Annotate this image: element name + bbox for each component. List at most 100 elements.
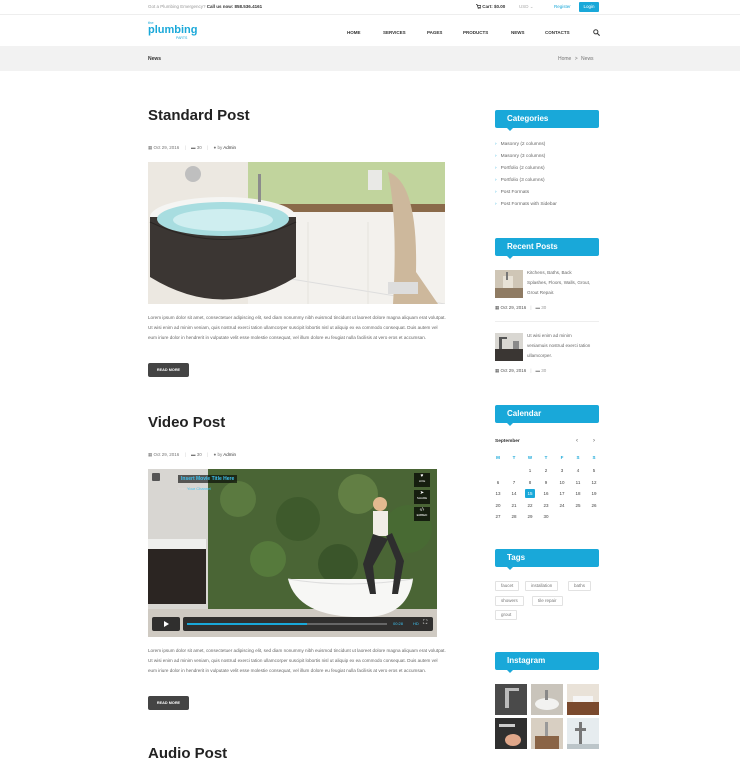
recent-post-comments[interactable]: 30 — [541, 368, 546, 373]
post-meta: ▦ Oct 29, 2016 | ▬ 30 | ● by Admin — [148, 145, 236, 151]
instagram-photo[interactable] — [495, 684, 527, 715]
share-button[interactable]: ➤ SHARE — [414, 490, 430, 504]
calendar-day[interactable]: 30 — [541, 512, 551, 521]
search-icon[interactable] — [593, 29, 600, 36]
calendar-day[interactable]: 7 — [509, 478, 519, 487]
meta-divider: | — [530, 368, 532, 373]
calendar-day[interactable]: 26 — [589, 501, 599, 510]
post-comments[interactable]: 30 — [197, 452, 202, 457]
tag-link[interactable]: installation — [525, 581, 559, 591]
calendar-day[interactable]: 18 — [573, 489, 583, 498]
play-button[interactable] — [152, 617, 180, 631]
breadcrumb-bar: News Home > News — [0, 46, 740, 71]
tag-link[interactable]: faucet — [495, 581, 520, 591]
instagram-photo[interactable] — [495, 718, 527, 749]
calendar-day[interactable]: 29 — [525, 512, 535, 521]
calendar-day[interactable]: 3 — [557, 466, 567, 475]
tag-link[interactable]: grout — [495, 610, 518, 620]
calendar-day[interactable]: 21 — [509, 501, 519, 510]
instagram-photo[interactable] — [567, 718, 599, 749]
calendar-next-button[interactable]: › — [593, 438, 595, 444]
bathroom-tub-image[interactable] — [148, 162, 445, 304]
breadcrumb-home[interactable]: Home — [558, 56, 571, 62]
share-label: SHARE — [416, 496, 428, 500]
site-logo[interactable]: the plumbing PARTS — [148, 21, 198, 41]
category-link[interactable]: › Masonry (3 columns) — [495, 154, 545, 159]
calendar-day[interactable]: 2 — [541, 466, 551, 475]
tag-link[interactable]: tile repair — [532, 596, 563, 606]
video-title[interactable]: Insert Movie Title Here — [178, 475, 238, 483]
read-more-button[interactable]: READ MORE — [148, 363, 189, 377]
calendar-day[interactable]: 25 — [573, 501, 583, 510]
calendar-day[interactable]: 6 — [493, 478, 503, 487]
category-link[interactable]: › Portfolio (3 columns) — [495, 178, 545, 183]
calendar-day[interactable]: 4 — [573, 466, 583, 475]
category-link[interactable]: › Portfolio (2 columns) — [495, 166, 545, 171]
calendar-day[interactable]: 13 — [493, 489, 503, 498]
calendar-day[interactable]: 8 — [525, 478, 535, 487]
calendar-day[interactable]: 27 — [493, 512, 503, 521]
cart-link[interactable]: Cart: $0.00 — [476, 4, 505, 10]
recent-post-title[interactable]: Kitchens, Baths, Back Splashes, Floors, … — [527, 268, 593, 298]
register-link[interactable]: Register — [554, 4, 571, 9]
calendar-weekday: S — [592, 455, 596, 460]
video-channel[interactable]: Your Channel — [187, 486, 211, 491]
tag-link[interactable]: showers — [495, 596, 524, 606]
calendar-day[interactable]: 16 — [541, 489, 551, 498]
nav-pages[interactable]: PAGES — [427, 30, 442, 35]
calendar-day[interactable]: 20 — [493, 501, 503, 510]
calendar-day[interactable]: 12 — [589, 478, 599, 487]
calendar-day[interactable]: 28 — [509, 512, 519, 521]
login-button[interactable]: Login — [579, 2, 599, 12]
recent-post-comments[interactable]: 30 — [541, 305, 546, 310]
calendar-day[interactable]: 10 — [557, 478, 567, 487]
instagram-photo[interactable] — [567, 684, 599, 715]
calendar-day[interactable]: 1 — [525, 466, 535, 475]
breadcrumb: Home > News — [558, 56, 594, 62]
video-player[interactable]: Insert Movie Title Here from Your Channe… — [148, 469, 437, 637]
nav-news[interactable]: NEWS — [511, 30, 525, 35]
read-more-button[interactable]: READ MORE — [148, 696, 189, 710]
nav-contacts[interactable]: CONTACTS — [545, 30, 570, 35]
calendar-day[interactable]: 23 — [541, 501, 551, 510]
recent-post-thumbnail[interactable] — [495, 333, 523, 361]
currency-select[interactable]: USD ⌄ — [519, 4, 534, 10]
nav-products[interactable]: PRODUCTS — [463, 30, 488, 35]
fullscreen-icon[interactable]: ⛶ — [423, 620, 427, 627]
emergency-phone[interactable]: Call us now: 858.536.4161 — [207, 4, 262, 9]
post-title[interactable]: Audio Post — [148, 745, 227, 760]
chevron-down-icon: ⌄ — [529, 4, 534, 9]
chevron-right-icon: › — [495, 142, 497, 147]
calendar-day-today[interactable]: 15 — [525, 489, 535, 498]
calendar-day[interactable]: 19 — [589, 489, 599, 498]
post-author[interactable]: Admin — [223, 145, 236, 150]
calendar-day[interactable]: 11 — [573, 478, 583, 487]
recent-post-thumbnail[interactable] — [495, 270, 523, 298]
post-title[interactable]: Standard Post — [148, 107, 250, 124]
embed-button[interactable]: ‹/› EMBED — [414, 507, 430, 521]
calendar-day[interactable]: 24 — [557, 501, 567, 510]
instagram-photo[interactable] — [531, 718, 563, 749]
calendar-icon: ▦ — [148, 452, 153, 457]
nav-home[interactable]: HOME — [347, 30, 361, 35]
calendar-day[interactable]: 17 — [557, 489, 567, 498]
calendar-day[interactable]: 9 — [541, 478, 551, 487]
category-link[interactable]: › Post Formats — [495, 190, 529, 195]
recent-post-title[interactable]: Ut wisi enim ad minim veniamuis nostrud … — [527, 331, 593, 361]
post-author[interactable]: Admin — [223, 452, 236, 457]
instagram-photo[interactable] — [531, 684, 563, 715]
category-link[interactable]: › Masonry (2 columns) — [495, 142, 545, 147]
post-comments[interactable]: 30 — [197, 145, 202, 150]
channel-avatar[interactable] — [152, 473, 160, 481]
tag-link[interactable]: baths — [568, 581, 592, 591]
calendar-prev-button[interactable]: ‹ — [576, 438, 578, 444]
breadcrumb-current: News — [581, 56, 594, 62]
category-link[interactable]: › Post Formats with Sidebar — [495, 202, 557, 207]
like-button[interactable]: ♥ LIKE — [414, 473, 430, 487]
calendar-day[interactable]: 14 — [509, 489, 519, 498]
hd-toggle[interactable]: HD — [413, 621, 419, 626]
nav-services[interactable]: SERVICES — [383, 30, 406, 35]
calendar-day[interactable]: 22 — [525, 501, 535, 510]
post-title[interactable]: Video Post — [148, 414, 225, 431]
calendar-day[interactable]: 5 — [589, 466, 599, 475]
